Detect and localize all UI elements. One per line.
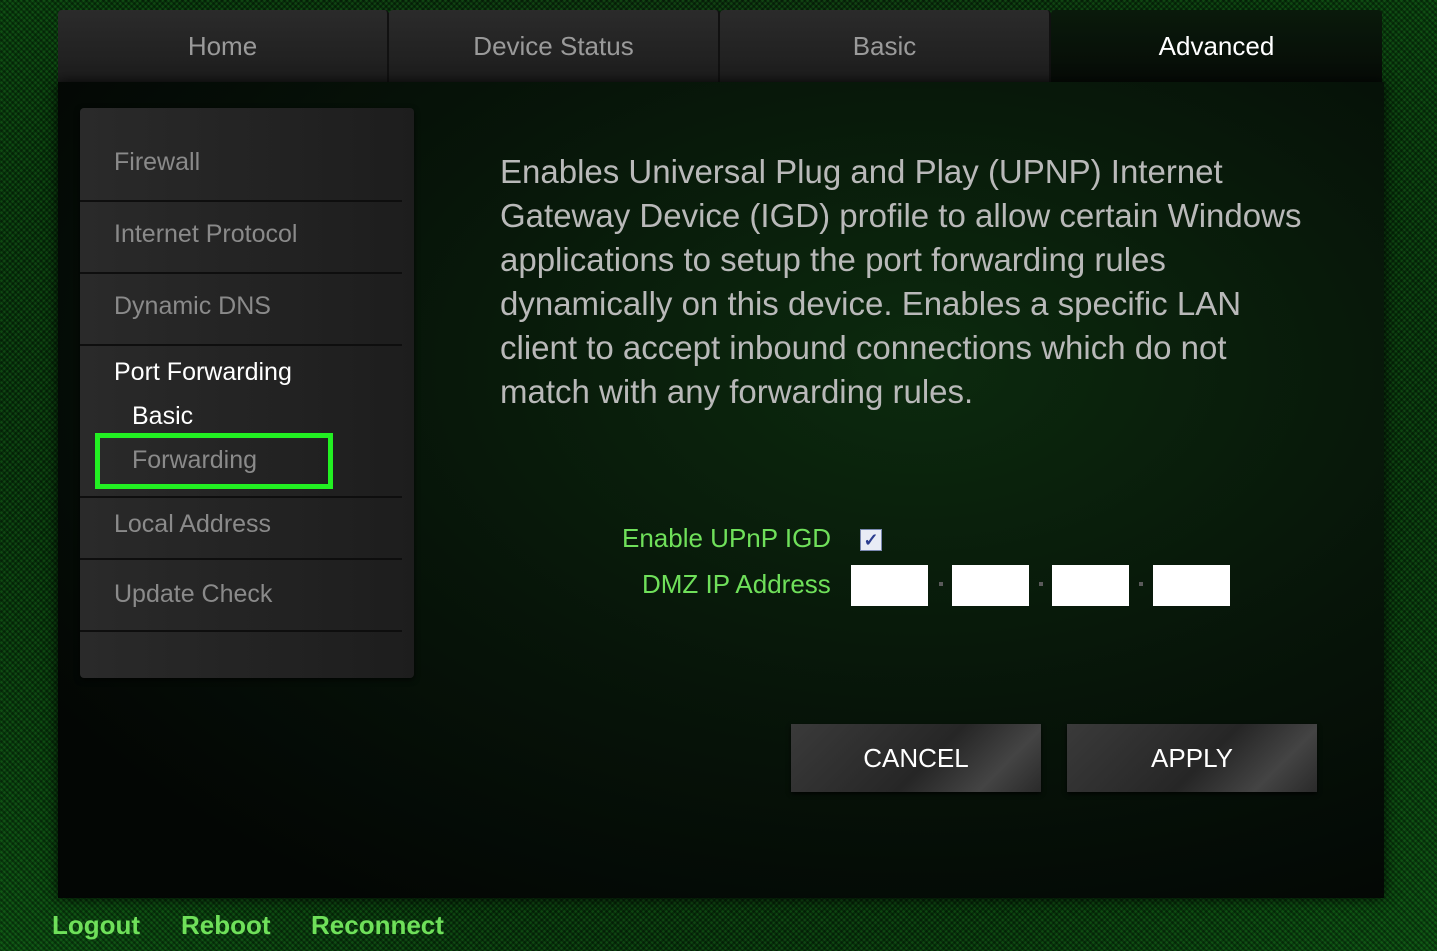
sidebar-item-label: Local Address bbox=[114, 510, 272, 538]
checkmark-icon: ✓ bbox=[863, 529, 879, 550]
logout-link[interactable]: Logout bbox=[52, 910, 140, 941]
cancel-button[interactable]: CANCEL bbox=[791, 724, 1041, 792]
octet-separator bbox=[939, 582, 943, 586]
reconnect-link[interactable]: Reconnect bbox=[311, 910, 444, 941]
page-description: Enables Universal Plug and Play (UPNP) I… bbox=[500, 153, 1302, 410]
sidebar-subitem-basic[interactable]: Basic bbox=[132, 402, 193, 431]
sidebar-item-update-check[interactable]: Update Check bbox=[80, 560, 402, 632]
sidebar-item-label: Firewall bbox=[114, 148, 201, 176]
reboot-link[interactable]: Reboot bbox=[181, 910, 271, 941]
sidebar-item-label: Internet Protocol bbox=[114, 220, 298, 248]
sidebar-item-internet-protocol[interactable]: Internet Protocol bbox=[80, 202, 402, 274]
dmz-label: DMZ IP Address bbox=[642, 569, 831, 599]
upnp-checkbox[interactable]: ✓ bbox=[860, 529, 882, 551]
dmz-octet-4-input[interactable] bbox=[1153, 565, 1230, 606]
octet-separator bbox=[1139, 582, 1143, 586]
dmz-octet-3-input[interactable] bbox=[1052, 565, 1129, 606]
dmz-octet-1-input[interactable] bbox=[851, 565, 928, 606]
apply-button[interactable]: APPLY bbox=[1067, 724, 1317, 792]
tab-advanced[interactable]: Advanced bbox=[1051, 10, 1382, 84]
selection-highlight-box bbox=[95, 433, 333, 489]
sidebar-item-dynamic-dns[interactable]: Dynamic DNS bbox=[80, 274, 402, 346]
sidebar-item-label: Port Forwarding bbox=[114, 358, 292, 386]
octet-separator bbox=[1039, 582, 1043, 586]
tab-basic[interactable]: Basic bbox=[720, 10, 1051, 84]
sidebar-item-label: Dynamic DNS bbox=[114, 292, 271, 320]
upnp-label: Enable UPnP IGD bbox=[622, 523, 832, 553]
dmz-octet-2-input[interactable] bbox=[952, 565, 1029, 606]
sidebar: Firewall Internet Protocol Dynamic DNS P… bbox=[80, 108, 414, 678]
sidebar-item-firewall[interactable]: Firewall bbox=[80, 108, 402, 202]
sidebar-item-label: Update Check bbox=[114, 580, 273, 608]
top-nav-tabs: Home Device Status Basic Advanced bbox=[58, 10, 1384, 84]
tab-home[interactable]: Home bbox=[58, 10, 389, 84]
tab-device-status[interactable]: Device Status bbox=[389, 10, 720, 84]
sidebar-item-local-address[interactable]: Local Address bbox=[80, 498, 402, 560]
